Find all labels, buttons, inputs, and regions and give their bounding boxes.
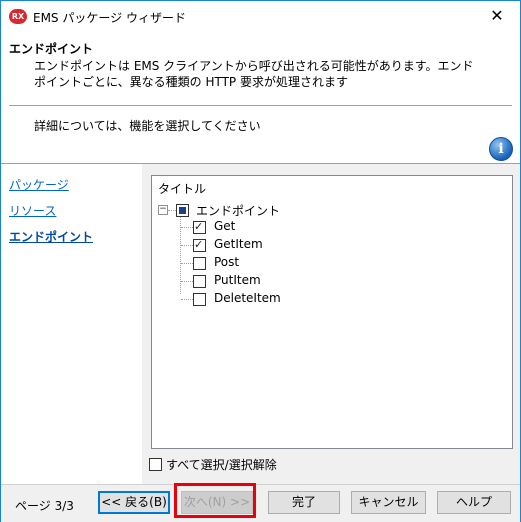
tree-column-header: タイトル <box>158 182 207 196</box>
nav-item-endpoint[interactable]: エンドポイント <box>9 228 93 245</box>
tree-connector <box>181 299 193 300</box>
wizard-nav: パッケージ リソース エンドポイント <box>1 164 142 484</box>
page-subtitle: 詳細については、機能を選択してください <box>34 119 261 133</box>
page-indicator: ページ 3/3 <box>15 499 74 513</box>
tree-item-getitem: GetItem <box>214 237 263 251</box>
select-all-label[interactable]: すべて選択/選択解除 <box>166 456 277 473</box>
next-button-highlight <box>174 483 256 518</box>
tree-item-putitem: PutItem <box>214 273 261 287</box>
tree-connector <box>181 281 193 282</box>
tree-connector <box>168 210 176 211</box>
deleteitem-checkbox[interactable] <box>193 293 206 306</box>
header-divider <box>9 105 512 106</box>
info-icon[interactable]: i <box>489 137 513 161</box>
title-bar: RX EMS パッケージ ウィザード ✕ <box>1 1 520 31</box>
window-title: EMS パッケージ ウィザード <box>33 11 186 25</box>
collapse-toggle[interactable]: − <box>158 205 168 215</box>
wizard-window: RX EMS パッケージ ウィザード ✕ エンドポイント エンドポイントは EM… <box>0 0 521 522</box>
get-checkbox[interactable] <box>193 220 206 234</box>
help-button[interactable]: ヘルプ <box>437 491 511 514</box>
page-description: エンドポイントは EMS クライアントから呼び出される可能性があります。エンドポ… <box>34 59 474 89</box>
nav-item-package[interactable]: パッケージ <box>9 176 69 193</box>
tree-connector <box>180 217 181 294</box>
endpoint-tree[interactable]: タイトル − エンドポイント Get GetItem Post PutItem <box>151 175 513 449</box>
tree-connector <box>181 227 193 228</box>
nav-item-resource[interactable]: リソース <box>9 202 56 219</box>
tree-connector <box>181 245 193 246</box>
wizard-header: エンドポイント エンドポイントは EMS クライアントから呼び出される可能性があ… <box>1 31 520 164</box>
tree-connector <box>181 263 193 264</box>
tree-item-deleteitem: DeleteItem <box>214 291 281 305</box>
post-checkbox[interactable] <box>193 257 206 270</box>
select-all-checkbox[interactable] <box>149 458 162 471</box>
back-button[interactable]: << 戻る(B) <box>98 491 170 514</box>
app-logo-icon: RX <box>9 9 27 24</box>
wizard-footer: ページ 3/3 << 戻る(B) 次へ(N) >> 完了 キャンセル ヘルプ <box>1 484 520 522</box>
putitem-checkbox[interactable] <box>193 275 206 288</box>
content-panel: タイトル − エンドポイント Get GetItem Post PutItem <box>142 164 520 484</box>
tree-item-post: Post <box>214 255 240 269</box>
cancel-button[interactable]: キャンセル <box>351 491 426 514</box>
close-button[interactable]: ✕ <box>474 1 520 31</box>
root-checkbox[interactable] <box>176 204 189 217</box>
tree-root-label: エンドポイント <box>196 204 281 218</box>
page-title: エンドポイント <box>9 42 94 56</box>
finish-button[interactable]: 完了 <box>268 491 340 514</box>
tree-item-get: Get <box>214 219 236 233</box>
getitem-checkbox[interactable] <box>193 238 206 252</box>
